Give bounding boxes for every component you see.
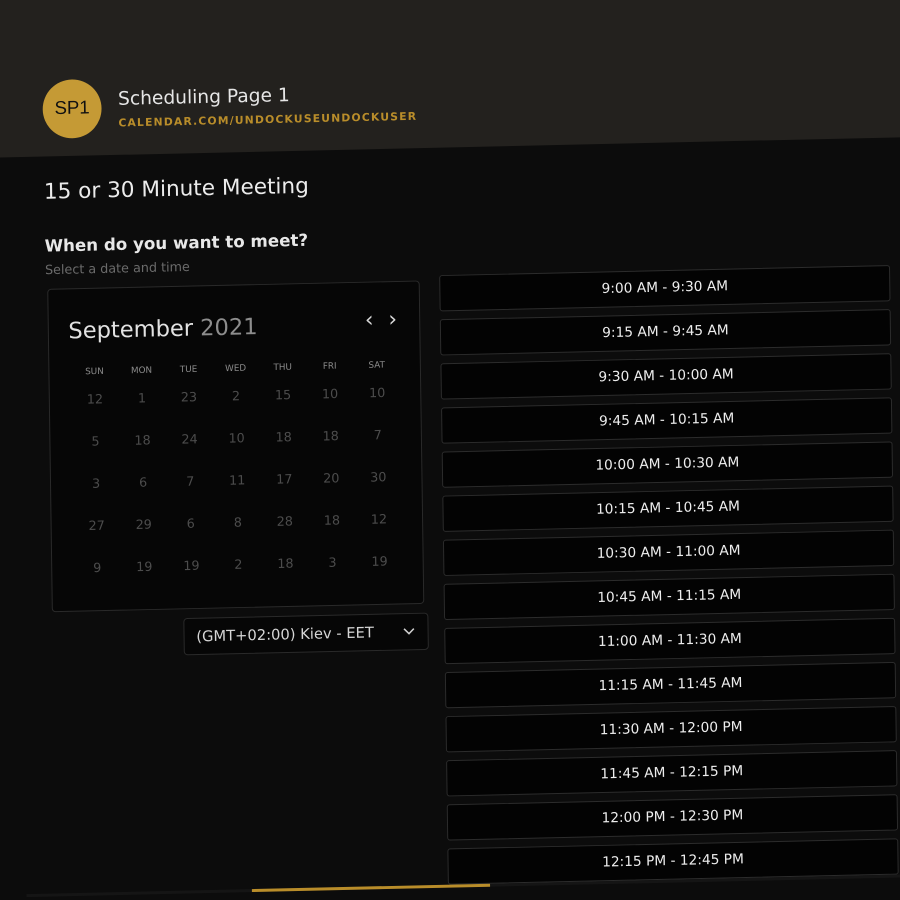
timezone-select[interactable]: (GMT+02:00) Kiev - EET [183, 612, 429, 656]
chevron-down-icon [402, 614, 416, 663]
calendar-day[interactable]: 12 [355, 512, 402, 528]
weekday-label: THU [273, 362, 292, 373]
calendar-day[interactable]: 2 [215, 558, 262, 574]
weekday-label: SAT [368, 360, 386, 371]
date-question-heading: When do you want to meet? [44, 231, 309, 257]
time-slot-button[interactable]: 10:00 AM - 10:30 AM [441, 441, 894, 488]
calendar-day[interactable]: 15 [259, 388, 306, 404]
calendar-month-year: September 2021 [68, 315, 258, 345]
calendar-day[interactable]: 11 [214, 473, 261, 489]
date-hint: Select a date and time [44, 260, 190, 279]
calendar-day[interactable]: 2 [212, 389, 259, 405]
chevron-left-icon: ‹ [364, 307, 374, 333]
calendar-day[interactable]: 3 [72, 476, 119, 492]
timezone-value: (GMT+02:00) Kiev - EET [196, 623, 374, 646]
time-slot-button[interactable]: 10:30 AM - 11:00 AM [442, 529, 895, 576]
calendar-day[interactable]: 23 [165, 390, 212, 406]
calendar-day[interactable]: 20 [308, 471, 355, 487]
scheduling-page: SP1 Scheduling Page 1 CALENDAR.COM/UNDOC… [0, 0, 900, 900]
weekday-label: MON [130, 365, 153, 377]
time-slot-list: 9:00 AM - 9:30 AM 9:15 AM - 9:45 AM 9:30 A… [439, 265, 899, 893]
calendar-day[interactable]: 3 [309, 555, 356, 571]
calendar-day[interactable]: 18 [260, 430, 307, 446]
calendar-day[interactable]: 19 [121, 560, 168, 576]
time-slot-button[interactable]: 9:00 AM - 9:30 AM [439, 265, 891, 312]
calendar-day[interactable]: 19 [168, 559, 215, 575]
header-band [0, 0, 900, 159]
calendar-day[interactable]: 19 [356, 554, 403, 570]
calendar-month: September [68, 315, 194, 345]
calendar-day[interactable]: 24 [166, 432, 213, 448]
time-slot-button[interactable]: 9:45 AM - 10:15 AM [441, 397, 893, 444]
time-slot-button[interactable]: 12:00 PM - 12:30 PM [446, 794, 899, 841]
weekday-label: WED [225, 363, 247, 375]
time-slot-button[interactable]: 11:30 AM - 12:00 PM [445, 706, 897, 753]
calendar-day[interactable]: 5 [72, 434, 119, 450]
weekday-label: FRI [322, 361, 337, 372]
calendar-day[interactable]: 28 [261, 514, 308, 530]
date-picker-calendar: September 2021 ‹ › SUN MON TUE WED THU FRI SAT… [47, 280, 425, 613]
time-slot-button[interactable]: 11:45 AM - 12:15 PM [446, 750, 898, 797]
calendar-day[interactable]: 27 [73, 519, 120, 535]
calendar-grid: SUN MON TUE WED THU FRI SAT 12 1 23 2 15 10 10 5 18 24 10… [48, 281, 418, 576]
calendar-day[interactable]: 29 [120, 518, 167, 534]
time-slot-button[interactable]: 9:30 AM - 10:00 AM [440, 353, 892, 400]
calendar-day[interactable]: 30 [355, 470, 402, 486]
time-slot-button[interactable]: 10:45 AM - 11:15 AM [443, 573, 895, 621]
calendar-day[interactable]: 18 [119, 433, 166, 449]
time-slot-button[interactable]: 11:00 AM - 11:30 AM [444, 617, 896, 665]
time-slot-button[interactable]: 9:15 AM - 9:45 AM [439, 309, 892, 356]
calendar-day[interactable]: 9 [74, 561, 121, 577]
calendar-day[interactable]: 18 [307, 429, 354, 445]
calendar-day[interactable]: 10 [306, 387, 353, 403]
calendar-day[interactable]: 6 [167, 516, 214, 532]
time-slot-button[interactable]: 11:15 AM - 11:45 AM [444, 661, 897, 709]
time-slot-button[interactable]: 10:15 AM - 10:45 AM [442, 485, 894, 532]
calendar-day[interactable]: 8 [214, 515, 261, 531]
scheduling-page-name: Scheduling Page 1 [117, 84, 290, 110]
calendar-day[interactable]: 7 [167, 474, 214, 490]
calendar-day[interactable]: 18 [308, 513, 355, 529]
previous-month-button[interactable]: ‹ [358, 307, 380, 333]
meeting-title: 15 or 30 Minute Meeting [43, 174, 309, 205]
screen: SP1 Scheduling Page 1 CALENDAR.COM/UNDOC… [0, 0, 900, 900]
chevron-right-icon: › [388, 307, 398, 333]
calendar-year: 2021 [200, 314, 258, 342]
calendar-day[interactable]: 7 [354, 428, 401, 444]
calendar-day[interactable]: 18 [262, 556, 309, 572]
weekday-label: TUE [179, 364, 198, 376]
calendar-day[interactable]: 10 [354, 386, 401, 402]
calendar-day[interactable]: 1 [118, 391, 165, 407]
calendar-day[interactable]: 10 [213, 431, 260, 447]
calendar-day[interactable]: 6 [120, 475, 167, 491]
weekday-label: SUN [85, 366, 104, 378]
next-month-button[interactable]: › [382, 307, 404, 333]
calendar-day[interactable]: 12 [71, 392, 118, 408]
calendar-day[interactable]: 17 [261, 472, 308, 488]
